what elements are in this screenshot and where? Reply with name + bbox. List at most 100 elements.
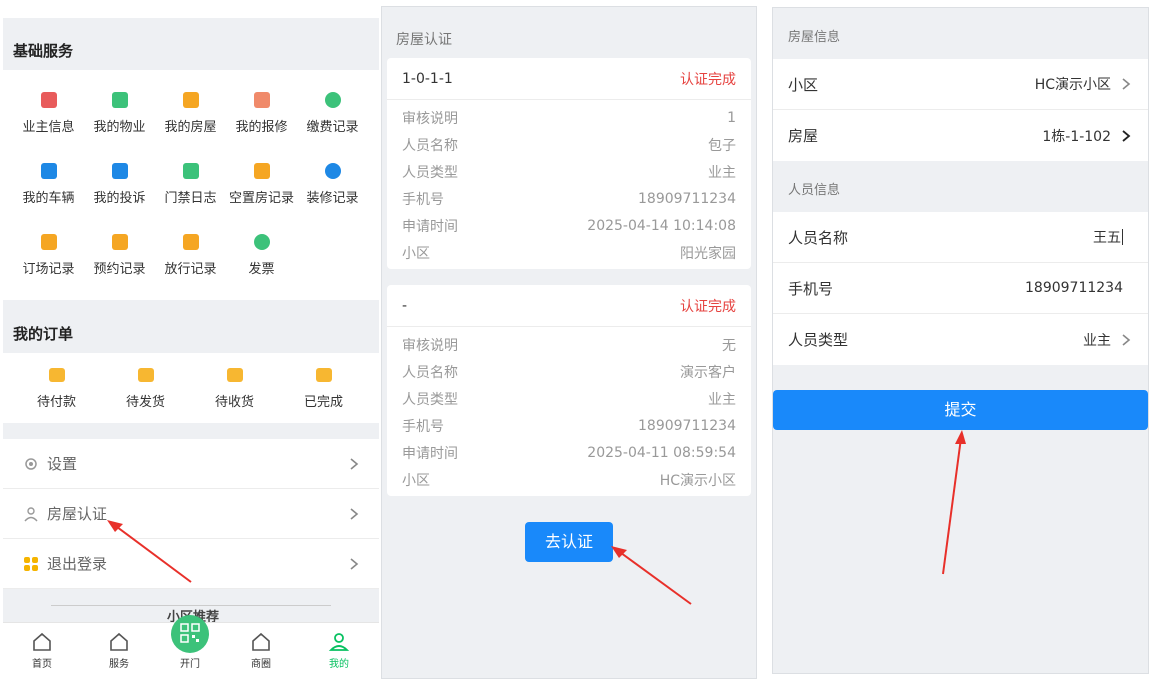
service-payment[interactable]: 缴费记录 — [297, 90, 368, 135]
building-icon — [111, 92, 128, 108]
detail-row: 人员名称 演示客户 — [387, 358, 751, 385]
orders-row: 待付款 待发货 待收货 已完成 — [3, 353, 379, 423]
tab-qrcode[interactable]: 开门 — [155, 615, 225, 670]
auth-record-card[interactable]: 1-0-1-1 认证完成审核说明 1 人员名称 包子人员类型 业主 手机号 189097112… — [387, 58, 751, 269]
house-row[interactable]: 房屋 1栋-1-102 — [773, 110, 1148, 161]
menu-item-gear[interactable]: 设置 — [3, 439, 379, 489]
service-label: 装修记录 — [306, 191, 359, 206]
my-page-panel: 基础服务 业主信息 我的物业 我的房屋 我的报修 缴费记录 我的车辆 我的投诉 门禁日志 空置房… — [3, 0, 379, 673]
name-row[interactable]: 人员名称 王五 — [773, 212, 1148, 263]
detail-value: 阳光家园 — [680, 245, 736, 262]
text-cursor — [1122, 229, 1123, 245]
owner-icon — [40, 92, 57, 108]
service-decoration[interactable]: 装修记录 — [297, 161, 368, 206]
order-truck[interactable]: 待收货 — [199, 365, 270, 410]
person-type-row[interactable]: 人员类型 业主 — [773, 314, 1148, 365]
service-label: 我的车辆 — [22, 191, 75, 206]
order-box[interactable]: 待发货 — [110, 365, 181, 410]
detail-row: 审核说明 1 — [387, 104, 751, 131]
booking-icon — [40, 234, 57, 250]
detail-row: 手机号 18909711234 — [387, 412, 751, 439]
detail-key: 手机号 — [402, 418, 444, 435]
order-label: 已完成 — [303, 395, 343, 410]
house-number: 1-0-1-1 — [402, 70, 453, 87]
detail-key: 人员名称 — [402, 137, 458, 154]
detail-value: 1 — [727, 109, 736, 126]
top-card-remnant — [3, 0, 379, 18]
detail-row: 人员名称 包子 — [387, 131, 751, 158]
detail-row: 申请时间 2025-04-14 10:14:08 — [387, 212, 751, 239]
service-invoice[interactable]: 发票 — [226, 232, 297, 277]
service-label: 发票 — [248, 262, 275, 277]
house-number: - — [402, 297, 408, 314]
tab-shop[interactable]: 商圈 — [226, 631, 296, 670]
vacant-icon — [253, 163, 270, 179]
detail-key: 人员类型 — [402, 391, 458, 408]
community-row[interactable]: 小区 HC演示小区 — [773, 59, 1148, 110]
tab-label: 商圈 — [251, 659, 271, 670]
detail-row: 人员类型 业主 — [387, 158, 751, 185]
qrcode-icon — [171, 615, 209, 653]
go-auth-button[interactable]: 去认证 — [525, 522, 613, 562]
detail-row: 人员类型 业主 — [387, 385, 751, 412]
detail-row: 申请时间 2025-04-11 08:59:54 — [387, 439, 751, 466]
service-owner[interactable]: 业主信息 — [13, 90, 84, 135]
name-input[interactable]: 王五 — [1093, 227, 1121, 247]
status-badge: 认证完成 — [680, 298, 736, 315]
chevron-right-icon — [350, 557, 359, 570]
auth-record-card[interactable]: - 认证完成 审核说明 无人员名称 演示客户 人员类型 业主 手机号 18909711234 申请… — [387, 285, 751, 496]
submit-button[interactable]: 提交 — [773, 390, 1148, 430]
service-booking[interactable]: 订场记录 — [13, 232, 84, 277]
detail-key: 小区 — [402, 245, 430, 262]
service-parking[interactable]: 我的车辆 — [13, 161, 84, 206]
service-release[interactable]: 放行记录 — [155, 232, 226, 277]
gear-icon — [25, 457, 37, 470]
service-label: 门禁日志 — [164, 191, 217, 206]
service-vacant[interactable]: 空置房记录 — [226, 161, 297, 206]
card-header: 1-0-1-1 认证完成 — [387, 58, 751, 100]
tab-bar: 首页 服务 开门 商圈 我的 — [3, 615, 379, 673]
community-label: 小区 — [788, 75, 819, 94]
detail-row: 手机号 18909711234 — [387, 185, 751, 212]
chevron-right-icon — [1122, 129, 1131, 142]
detail-key: 审核说明 — [402, 337, 458, 354]
annotation-arrow — [611, 546, 692, 605]
order-done[interactable]: 已完成 — [288, 365, 359, 410]
detail-key: 人员名称 — [402, 364, 458, 381]
appointment-icon — [111, 234, 128, 250]
decoration-icon — [324, 163, 341, 179]
tab-service[interactable]: 服务 — [84, 631, 154, 670]
detail-value: 包子 — [708, 137, 736, 154]
done-icon — [315, 368, 332, 382]
phone-row[interactable]: 手机号 18909711234 — [773, 263, 1148, 314]
order-label: 待收货 — [214, 395, 254, 410]
my-orders-title: 我的订单 — [13, 325, 74, 343]
access-log-icon — [182, 163, 199, 179]
detail-key: 审核说明 — [402, 110, 458, 127]
service-appointment[interactable]: 预约记录 — [84, 232, 155, 277]
order-wallet[interactable]: 待付款 — [21, 365, 92, 410]
person-icon — [24, 506, 38, 521]
service-label: 我的报修 — [235, 120, 288, 135]
house-auth-list-panel: 房屋认证 1-0-1-1 认证完成 审核说明 1 人员名称 包子 人员类型 业主 手机号 1890… — [381, 6, 757, 679]
person-info-title: 人员信息 — [788, 183, 841, 198]
detail-key: 申请时间 — [402, 218, 458, 235]
card-header: - 认证完成 — [387, 285, 751, 327]
detail-key: 申请时间 — [402, 445, 458, 462]
community-value: HC演示小区 — [1034, 77, 1111, 93]
invoice-icon — [253, 234, 270, 250]
house-auth-form-panel: 房屋信息 小区 HC演示小区 房屋 1栋-1-102 人员信息 人员名称 王五 … — [772, 7, 1149, 674]
service-complaint[interactable]: 我的投诉 — [84, 161, 155, 206]
service-house[interactable]: 我的房屋 — [155, 90, 226, 135]
tab-user[interactable]: 我的 — [304, 631, 374, 670]
service-repair[interactable]: 我的报修 — [226, 90, 297, 135]
chevron-right-icon — [350, 457, 359, 470]
service-access-log[interactable]: 门禁日志 — [155, 161, 226, 206]
tab-home[interactable]: 首页 — [7, 631, 77, 670]
detail-key: 人员类型 — [402, 164, 458, 181]
service-building[interactable]: 我的物业 — [84, 90, 155, 135]
detail-value: 无 — [722, 337, 736, 354]
phone-input[interactable]: 18909711234 — [1025, 280, 1123, 296]
parking-icon — [40, 163, 57, 179]
detail-value: HC演示小区 — [659, 472, 736, 489]
